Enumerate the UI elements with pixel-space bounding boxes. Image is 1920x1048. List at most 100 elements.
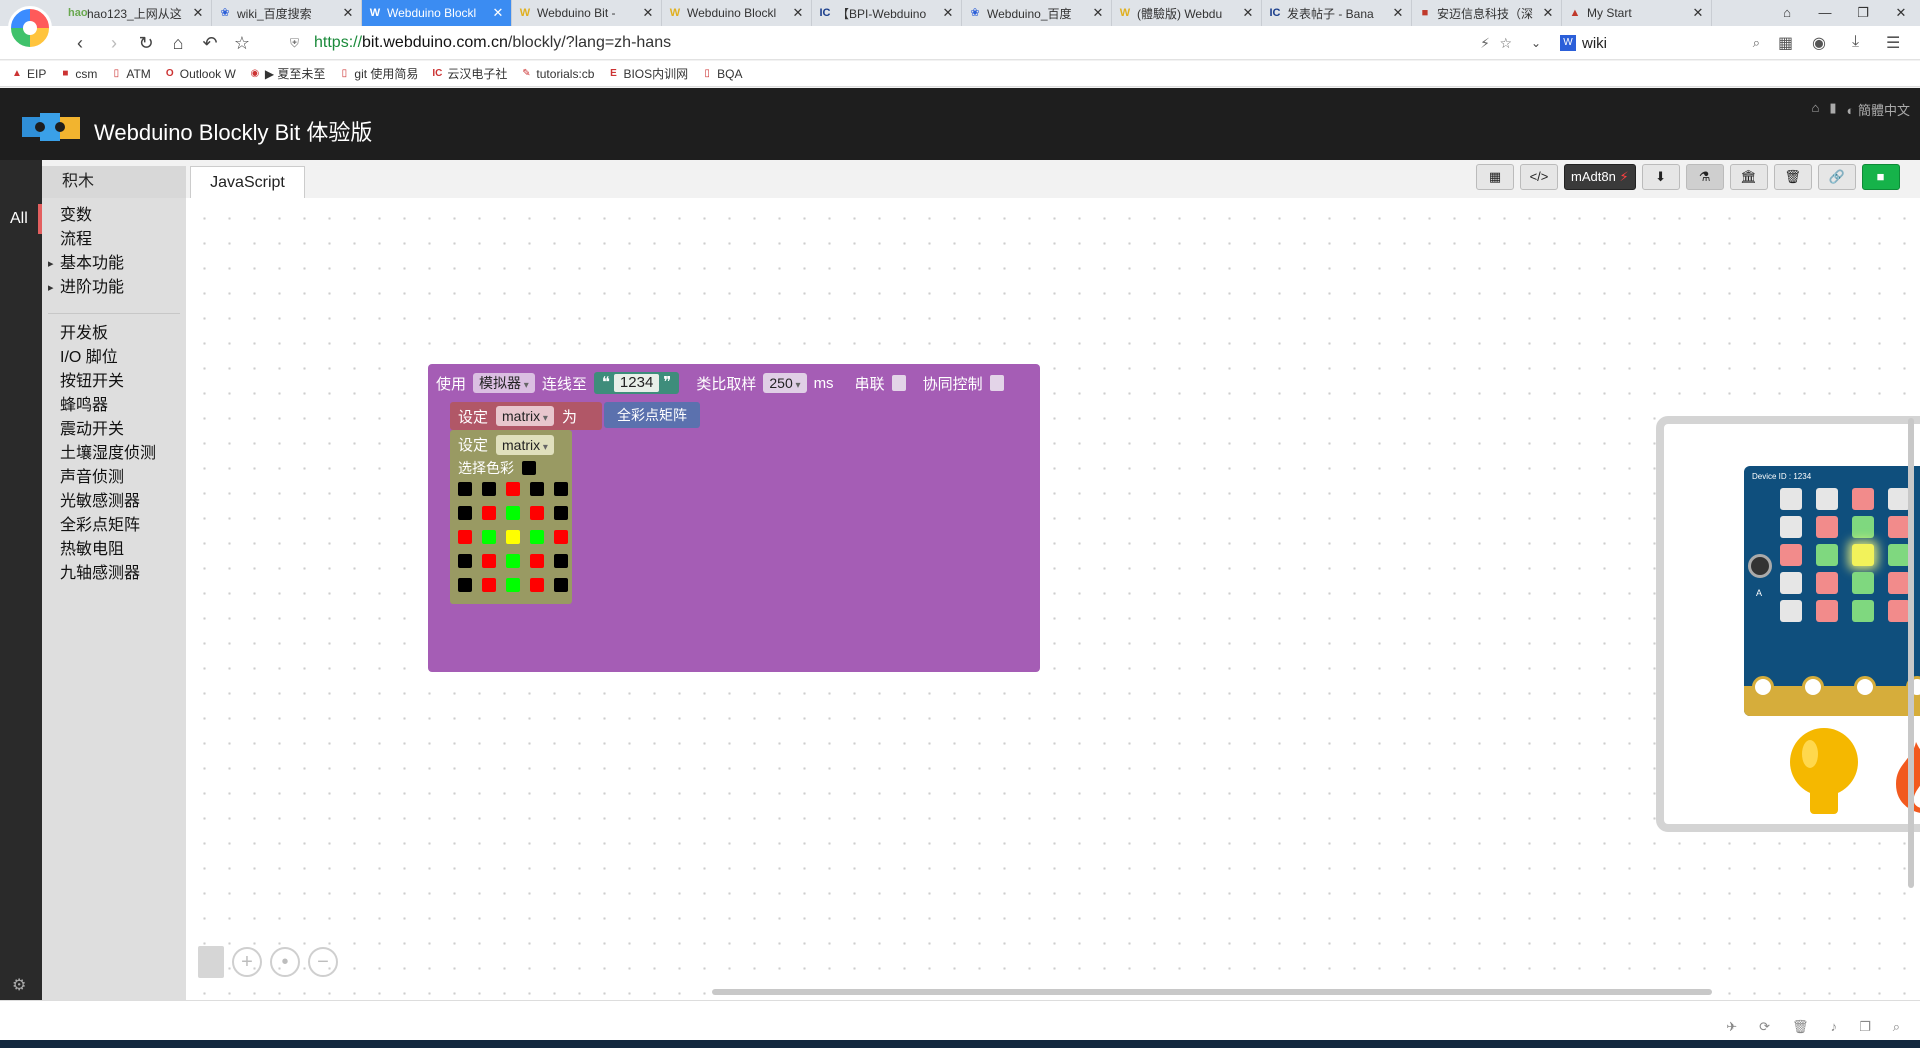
bookmark-item[interactable]: ▯ git 使用简易 (337, 65, 419, 82)
zoom-icon[interactable]: ⌕ (1893, 1019, 1900, 1035)
browser-tab[interactable]: ❀ wiki_百度搜索 ✕ (212, 0, 362, 26)
minimize-button[interactable]: — (1806, 0, 1844, 26)
category-all[interactable]: All (0, 204, 42, 234)
download-button[interactable]: ⬇ (1641, 164, 1680, 190)
led-color-cell[interactable] (458, 530, 472, 544)
device-id-field[interactable]: 1234 (613, 374, 660, 392)
bookmark-item[interactable]: ✎ tutorials:cb (519, 67, 594, 81)
browser-tab[interactable]: ■ 安迈信息科技（深 ✕ (1412, 0, 1562, 26)
bookmark-item[interactable]: ■ csm (58, 67, 97, 81)
tab-close-icon[interactable]: ✕ (941, 5, 955, 21)
lightbulb-icon[interactable] (1784, 726, 1864, 816)
flask-button[interactable]: ⚗ (1685, 164, 1724, 190)
browser-tab[interactable]: W Webduino Blockl ✕ (662, 0, 812, 26)
zoom-out-button[interactable]: − (308, 947, 338, 977)
board-button-a[interactable] (1748, 554, 1772, 578)
led-color-cell[interactable] (530, 578, 544, 592)
led-color-cell[interactable] (554, 554, 568, 568)
tab-close-icon[interactable]: ✕ (1241, 5, 1255, 21)
led-color-cell[interactable] (554, 530, 568, 544)
tab-close-icon[interactable]: ✕ (341, 5, 355, 21)
tab-close-icon[interactable]: ✕ (641, 5, 655, 21)
toolbox-category[interactable]: 蜂鸣器 (42, 394, 186, 418)
browser-tab[interactable]: W Webduino Bit - ✕ (512, 0, 662, 26)
bookmark-item[interactable]: ▯ BQA (700, 67, 742, 81)
zoom-in-button[interactable]: + (232, 947, 262, 977)
rgb-matrix-block[interactable]: 全彩点矩阵 (604, 402, 700, 428)
browser-tab[interactable]: ▲ My Start ✕ (1562, 0, 1712, 26)
toolbox-category[interactable]: 按钮开关 (42, 370, 186, 394)
trash-icon[interactable]: 🗑 (1792, 1019, 1809, 1035)
led-color-cell[interactable] (506, 482, 520, 496)
shirt-icon[interactable]: ⌂ (1768, 0, 1806, 26)
serial-checkbox[interactable] (891, 375, 906, 391)
tab-close-icon[interactable]: ✕ (791, 5, 805, 21)
undo-close-icon[interactable]: ↶ (198, 31, 222, 55)
board-connect-block[interactable]: 使用 模拟器 连线至 ❝ 1234 ❞ 类比取样 250 ms 串联 协同控制 … (428, 364, 1040, 672)
bookmark-item[interactable]: IC 云汉电子社 (430, 65, 507, 82)
browser-tab[interactable]: ❀ Webduino_百度 ✕ (962, 0, 1112, 26)
led-color-cell[interactable] (530, 554, 544, 568)
blockly-workspace[interactable]: 使用 模拟器 连线至 ❝ 1234 ❞ 类比取样 250 ms 串联 协同控制 … (186, 198, 1920, 1000)
led-color-cell[interactable] (482, 554, 496, 568)
language-link[interactable]: ◐ 簡體中文 (1847, 100, 1910, 119)
matrix-color-block[interactable]: 设定 matrix 选择色彩 (450, 430, 572, 604)
toolbox-category[interactable]: 变数 (42, 204, 186, 228)
sync-icon[interactable]: ⟳ (1759, 1019, 1770, 1035)
run-button[interactable]: ■ (1861, 164, 1900, 190)
gear-icon[interactable]: ⚙ (12, 975, 26, 995)
qrcode-button[interactable]: ▦ (1476, 164, 1514, 190)
color-swatch[interactable] (522, 461, 536, 475)
home-icon[interactable]: ⌂ (1812, 100, 1820, 119)
menu-icon[interactable]: ☰ (1886, 33, 1900, 53)
forward-button[interactable]: › (102, 31, 126, 55)
home-icon[interactable]: ⌂ (166, 31, 190, 55)
led-color-cell[interactable] (506, 506, 520, 520)
restore-button[interactable]: ❐ (1844, 0, 1882, 26)
tab-close-icon[interactable]: ✕ (1391, 5, 1405, 21)
browser-tab[interactable]: W Webduino Blockl ✕ (362, 0, 512, 26)
dropdown-chevron-icon[interactable]: ⌄ (1524, 31, 1548, 55)
lightning-icon[interactable]: ⚡ (1480, 35, 1490, 52)
led-color-cell[interactable] (458, 554, 472, 568)
led-color-cell[interactable] (554, 482, 568, 496)
search-box[interactable]: W wiki ⌕ (1560, 31, 1760, 55)
trash-button[interactable]: 🗑 (1773, 164, 1812, 190)
toolbox-category[interactable]: 开发板 (42, 322, 186, 346)
tab-close-icon[interactable]: ✕ (1541, 5, 1555, 21)
fire-icon[interactable] (1890, 720, 1920, 816)
tab-close-icon[interactable]: ✕ (1091, 5, 1105, 21)
code-view-button[interactable]: </> (1520, 164, 1558, 190)
apps-grid-icon[interactable]: ▦ (1778, 33, 1793, 53)
browser-tab[interactable]: IC 发表帖子 - Bana ✕ (1262, 0, 1412, 26)
board-type-dropdown[interactable]: 模拟器 (473, 373, 535, 393)
toolbox-category[interactable]: 流程 (42, 228, 186, 252)
address-bar[interactable]: ⛨ https://bit.webduino.com.cn/blockly/?l… (290, 30, 1520, 56)
bookmark-item[interactable]: E BIOS内训网 (606, 65, 688, 82)
tab-close-icon[interactable]: ✕ (191, 5, 205, 21)
led-color-cell[interactable] (506, 554, 520, 568)
tab-close-icon[interactable]: ✕ (1691, 5, 1705, 21)
toolbox-category[interactable]: 热敏电阻 (42, 538, 186, 562)
toolbox-category[interactable]: 基本功能 (42, 252, 186, 276)
toolbox-category[interactable]: 光敏感测器 (42, 490, 186, 514)
matrix-variable-dropdown[interactable]: matrix (496, 434, 554, 455)
tab-blocks[interactable]: 积木 (42, 166, 186, 198)
tab-close-icon[interactable]: ✕ (491, 5, 505, 21)
led-color-cell[interactable] (554, 506, 568, 520)
globe-icon[interactable]: ◉ (1812, 33, 1826, 53)
led-color-cell[interactable] (506, 530, 520, 544)
toolbox-category[interactable]: 九轴感测器 (42, 562, 186, 586)
browser-tab[interactable]: hao hao123_上网从这 ✕ (62, 0, 212, 26)
led-color-cell[interactable] (530, 530, 544, 544)
bookmark-item[interactable]: O Outlook W (163, 67, 236, 81)
recenter-button[interactable]: • (270, 947, 300, 977)
led-color-cell[interactable] (458, 578, 472, 592)
browser-tab[interactable]: W (體驗版) Webdu ✕ (1112, 0, 1262, 26)
plane-icon[interactable]: ✈ (1726, 1019, 1737, 1035)
download-icon[interactable]: ⤓ (1852, 33, 1859, 51)
toolbox-category[interactable]: 进阶功能 (42, 276, 186, 300)
speaker-icon[interactable]: ♪ (1831, 1019, 1838, 1035)
bookmark-item[interactable]: ▯ ATM (109, 67, 151, 81)
close-window-button[interactable]: ✕ (1882, 0, 1920, 26)
